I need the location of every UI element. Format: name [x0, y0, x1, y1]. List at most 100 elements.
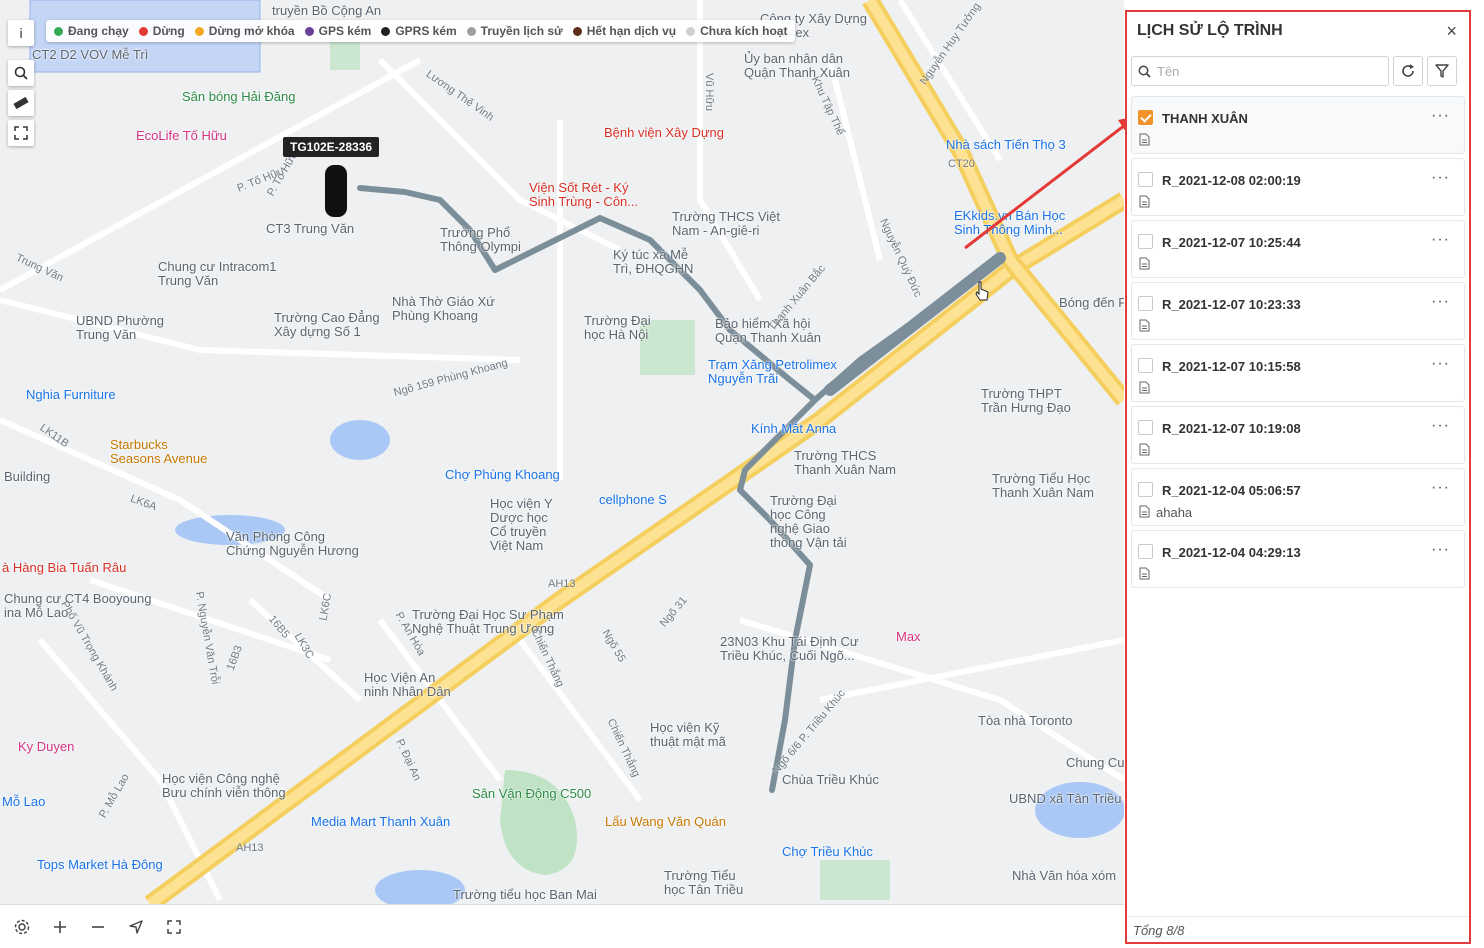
settings-button[interactable] — [10, 915, 34, 939]
map-poi-label[interactable]: Mỗ Lao — [2, 795, 45, 809]
map-poi-label[interactable]: Trường Đại học Hà Nội — [584, 314, 651, 342]
map-poi-label[interactable]: Sân bóng Hải Đăng — [182, 90, 295, 104]
route-checkbox[interactable] — [1138, 296, 1153, 311]
legend-dot-icon — [304, 26, 314, 36]
map-poi-label[interactable]: Trạm Xăng Petrolimex Nguyễn Trãi — [708, 358, 837, 386]
map-poi-label[interactable]: Trường THCS Thanh Xuân Nam — [794, 449, 896, 477]
fullscreen-button[interactable] — [162, 915, 186, 939]
map-poi-label[interactable]: cellphone S — [599, 493, 667, 507]
map-poi-label[interactable]: CT3 Trung Văn — [266, 222, 354, 236]
map-poi-label[interactable]: Trường THCS Việt Nam - An-giê-ri — [672, 210, 780, 238]
route-name: R_2021-12-04 05:06:57 — [1162, 483, 1301, 498]
route-item[interactable]: R_2021-12-04 04:29:13 ··· — [1131, 530, 1465, 588]
map-poi-label[interactable]: Nhà Thờ Giáo Xứ Phùng Khoang — [392, 295, 495, 323]
map-poi-label[interactable]: Bóng đến F — [1059, 296, 1124, 310]
route-item[interactable]: R_2021-12-07 10:25:44 ··· — [1131, 220, 1465, 278]
map-poi-label[interactable]: Ủy ban nhân dân Quận Thanh Xuân — [744, 52, 850, 80]
document-icon — [1139, 133, 1150, 146]
route-item[interactable]: R_2021-12-08 02:00:19 ··· — [1131, 158, 1465, 216]
route-item[interactable]: R_2021-12-07 10:15:58 ··· — [1131, 344, 1465, 402]
map-poi-label[interactable]: Nghia Furniture — [26, 388, 116, 402]
map-poi-label[interactable]: Ký túc xá Mễ Trì, ĐHQGHN — [613, 248, 693, 276]
route-item[interactable]: R_2021-12-07 10:19:08 ··· — [1131, 406, 1465, 464]
refresh-button[interactable] — [1393, 56, 1423, 86]
map-poi-label[interactable]: Văn Phòng Công Chứng Nguyễn Hương — [226, 530, 359, 558]
map-poi-label[interactable]: Lẩu Wang Văn Quán — [605, 815, 726, 829]
route-checkbox[interactable] — [1138, 110, 1153, 125]
map-poi-label[interactable]: UBND Phường Trung Văn — [76, 314, 164, 342]
route-checkbox[interactable] — [1138, 234, 1153, 249]
route-checkbox[interactable] — [1138, 420, 1153, 435]
map-poi-label[interactable]: Trường THPT Trần Hưng Đạo — [981, 387, 1071, 415]
fullscreen-map-button[interactable] — [8, 120, 34, 146]
route-checkbox[interactable] — [1138, 358, 1153, 373]
legend-dot-icon — [686, 26, 696, 36]
info-button[interactable]: i — [8, 20, 34, 46]
map-poi-label[interactable]: Chợ Triều Khúc — [782, 845, 873, 859]
map-poi-label[interactable]: Media Mart Thanh Xuân — [311, 815, 450, 829]
filter-button[interactable] — [1427, 56, 1457, 86]
map-poi-label[interactable]: Kính Mắt Anna — [751, 422, 836, 436]
map-poi-label[interactable]: Trường Đại học Công nghệ Giao thông Vận … — [770, 494, 847, 550]
map-poi-label[interactable]: Ky Duyen — [18, 740, 74, 754]
map-poi-label[interactable]: truyền Bồ Cộng An — [272, 4, 381, 18]
map-poi-label[interactable]: Max — [896, 630, 921, 644]
map-poi-label[interactable]: EKkids.vn Bán Học Sinh Thông Minh... — [954, 209, 1065, 237]
map-poi-label[interactable]: Bệnh viện Xây Dựng — [604, 126, 724, 140]
map-poi-label[interactable]: UBND xã Tân Triều — [1009, 792, 1121, 806]
map-poi-label[interactable]: Trường Phổ Thông Olympi — [440, 226, 521, 254]
legend-item: Dừng — [138, 24, 185, 38]
route-checkbox[interactable] — [1138, 172, 1153, 187]
more-options-icon[interactable]: ··· — [1431, 479, 1450, 497]
map-canvas[interactable]: truyền Bồ Cộng An CT2 D2 VOV Mễ Trì Sân bó… — [0, 0, 1124, 904]
more-options-icon[interactable]: ··· — [1431, 107, 1450, 125]
map-poi-label[interactable]: Chung Cư — [1066, 756, 1124, 770]
map-poi-label[interactable]: Chợ Phùng Khoang — [445, 468, 560, 482]
route-item[interactable]: R_2021-12-07 10:23:33 ··· — [1131, 282, 1465, 340]
map-poi-label[interactable]: Nhà sách Tiến Thọ 3 — [946, 138, 1066, 152]
map-poi-label[interactable]: EcoLife Tố Hữu — [136, 129, 227, 143]
more-options-icon[interactable]: ··· — [1431, 169, 1450, 187]
route-checkbox[interactable] — [1138, 544, 1153, 559]
more-options-icon[interactable]: ··· — [1431, 417, 1450, 435]
legend-dot-icon — [54, 26, 63, 36]
locate-button[interactable] — [124, 915, 148, 939]
route-checkbox[interactable] — [1138, 482, 1153, 497]
more-options-icon[interactable]: ··· — [1431, 293, 1450, 311]
close-icon[interactable]: × — [1446, 21, 1457, 42]
map-poi-label[interactable]: Trường tiểu học Ban Mai — [453, 888, 597, 902]
map-poi-label[interactable]: Học viện Y Dược học Cổ truyền Việt Nam — [490, 497, 553, 553]
map-poi-label[interactable]: 23N03 Khu Tái Định Cư Triều Khúc, Cuối N… — [720, 635, 859, 663]
zoom-out-button[interactable] — [86, 915, 110, 939]
map-poi-label[interactable]: Tòa nhà Toronto — [978, 714, 1072, 728]
map-poi-label[interactable]: Trường Cao Đẳng Xây dựng Số 1 — [274, 311, 380, 339]
route-item[interactable]: R_2021-12-04 05:06:57 ··· ahaha — [1131, 468, 1465, 526]
more-options-icon[interactable]: ··· — [1431, 541, 1450, 559]
vehicle-car-icon[interactable] — [325, 165, 347, 217]
map-poi-label[interactable]: Chung cư Intracom1 Trung Văn — [158, 260, 277, 288]
map-poi-label[interactable]: Trường Tiểu học Tân Triều — [664, 869, 743, 897]
map-poi-label[interactable]: Học viện Công nghệ Bưu chính viễn thông — [162, 772, 286, 800]
map-poi-label[interactable]: Building — [4, 470, 50, 484]
route-list: THANH XUÂN ··· R_2021-12-08 02:00:19 ··· R_2… — [1127, 92, 1469, 588]
map-poi-label[interactable]: Nhà Văn hóa xóm — [1012, 869, 1116, 883]
map-poi-label[interactable]: CT2 D2 VOV Mễ Trì — [32, 48, 148, 62]
more-options-icon[interactable]: ··· — [1431, 355, 1450, 373]
map-poi-label[interactable]: Starbucks Seasons Avenue — [110, 438, 207, 466]
map-poi-label[interactable]: Trường Tiểu Học Thanh Xuân Nam — [992, 472, 1094, 500]
map-poi-label[interactable]: Học viện Kỹ thuật mật mã — [650, 721, 726, 749]
map-poi-label[interactable]: Sân Vận Động C500 — [472, 787, 591, 801]
more-options-icon[interactable]: ··· — [1431, 231, 1450, 249]
search-input[interactable] — [1157, 63, 1377, 79]
map-poi-label[interactable]: Tops Market Hà Đông — [37, 858, 163, 872]
map-poi-label[interactable]: Chùa Triều Khúc — [782, 773, 879, 787]
route-item[interactable]: THANH XUÂN ··· — [1131, 96, 1465, 154]
measure-button[interactable] — [8, 90, 34, 116]
map-poi-label[interactable]: à Hàng Bia Tuấn Râu — [2, 561, 126, 575]
zoom-in-button[interactable] — [48, 915, 72, 939]
minus-icon — [92, 925, 104, 928]
search-map-button[interactable] — [8, 60, 34, 86]
map-poi-label[interactable]: Học Viện An ninh Nhân Dân — [364, 671, 451, 699]
vehicle-plate-tag[interactable]: TG102E-28336 — [283, 137, 380, 157]
map-poi-label[interactable]: Viện Sốt Rét - Ký Sinh Trùng - Côn... — [529, 181, 638, 209]
